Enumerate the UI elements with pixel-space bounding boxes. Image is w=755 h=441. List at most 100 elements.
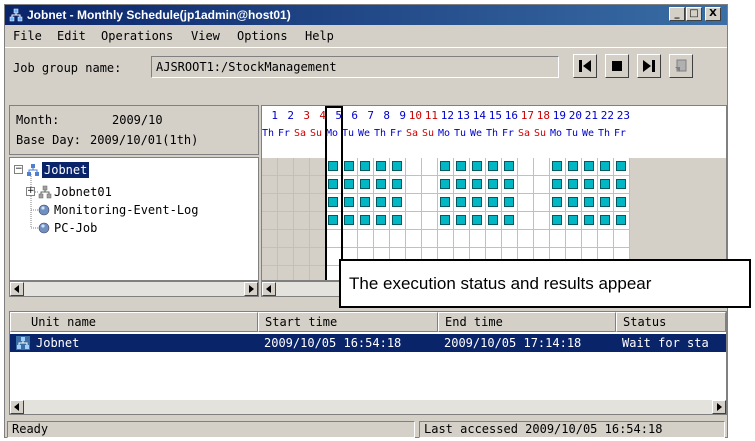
schedule-cell[interactable] xyxy=(486,194,502,212)
menu-help[interactable]: Help xyxy=(305,28,334,44)
calendar-day-7[interactable]: 7 We xyxy=(358,106,374,158)
schedule-cell[interactable] xyxy=(310,248,326,266)
schedule-cell[interactable] xyxy=(598,230,614,248)
schedule-cell[interactable] xyxy=(534,158,550,176)
schedule-cell[interactable] xyxy=(486,158,502,176)
schedule-cell[interactable] xyxy=(502,158,518,176)
schedule-cell[interactable] xyxy=(278,230,294,248)
schedule-cell[interactable] xyxy=(358,194,374,212)
calendar-day-10[interactable]: 10 Sa xyxy=(406,106,422,158)
schedule-cell[interactable] xyxy=(374,230,390,248)
schedule-cell[interactable] xyxy=(550,176,566,194)
schedule-cell[interactable] xyxy=(598,212,614,230)
calendar-day-12[interactable]: 12 Mo xyxy=(438,106,454,158)
list-scroll-right-arrow[interactable] xyxy=(712,400,726,414)
previous-month-button[interactable] xyxy=(573,54,597,78)
schedule-cell[interactable] xyxy=(422,158,438,176)
schedule-cell[interactable] xyxy=(582,176,598,194)
schedule-cell[interactable] xyxy=(294,194,310,212)
schedule-cell[interactable] xyxy=(454,176,470,194)
schedule-cell[interactable] xyxy=(598,176,614,194)
update-button[interactable] xyxy=(669,54,693,78)
schedule-cell[interactable] xyxy=(470,212,486,230)
calendar-day-11[interactable]: 11 Su xyxy=(422,106,438,158)
schedule-cell[interactable] xyxy=(438,230,454,248)
calendar-day-16[interactable]: 16 Fr xyxy=(502,106,518,158)
table-row[interactable]: Jobnet 2009/10/05 16:54:18 2009/10/05 17… xyxy=(10,334,726,352)
schedule-cell[interactable] xyxy=(486,212,502,230)
schedule-cell[interactable] xyxy=(358,212,374,230)
schedule-cell[interactable] xyxy=(262,248,278,266)
schedule-cell[interactable] xyxy=(310,212,326,230)
menu-view[interactable]: View xyxy=(191,28,220,44)
scroll-left-arrow[interactable] xyxy=(10,282,24,296)
schedule-cell[interactable] xyxy=(518,176,534,194)
schedule-cell[interactable] xyxy=(310,266,326,280)
schedule-cell[interactable] xyxy=(614,230,630,248)
schedule-cell[interactable] xyxy=(502,212,518,230)
tree-horizontal-scrollbar[interactable] xyxy=(9,281,259,297)
schedule-cell[interactable] xyxy=(342,158,358,176)
schedule-cell[interactable] xyxy=(342,176,358,194)
calendar-day-8[interactable]: 8 Th xyxy=(374,106,390,158)
schedule-cell[interactable] xyxy=(374,176,390,194)
schedule-cell[interactable] xyxy=(486,230,502,248)
calendar-day-6[interactable]: 6 Tu xyxy=(342,106,358,158)
schedule-cell[interactable] xyxy=(406,158,422,176)
menu-operations[interactable]: Operations xyxy=(101,28,173,44)
schedule-cell[interactable] xyxy=(582,158,598,176)
calendar-day-14[interactable]: 14 We xyxy=(470,106,486,158)
scroll-right-arrow[interactable] xyxy=(244,282,258,296)
job-group-field[interactable]: AJSROOT1:/StockManagement xyxy=(151,56,559,78)
schedule-cell[interactable] xyxy=(358,176,374,194)
schedule-cell[interactable] xyxy=(502,194,518,212)
calendar-day-1[interactable]: 1 Th xyxy=(262,106,278,158)
menu-options[interactable]: Options xyxy=(237,28,288,44)
schedule-cell[interactable] xyxy=(486,176,502,194)
schedule-cell[interactable] xyxy=(278,266,294,280)
schedule-cell[interactable] xyxy=(534,212,550,230)
schedule-cell[interactable] xyxy=(534,176,550,194)
schedule-cell[interactable] xyxy=(310,194,326,212)
schedule-cell[interactable] xyxy=(550,230,566,248)
calendar-day-22[interactable]: 22 Th xyxy=(598,106,614,158)
schedule-cell[interactable] xyxy=(582,194,598,212)
schedule-cell[interactable] xyxy=(566,194,582,212)
schedule-cell[interactable] xyxy=(374,158,390,176)
schedule-cell[interactable] xyxy=(310,158,326,176)
schedule-cell[interactable] xyxy=(262,194,278,212)
schedule-cell[interactable] xyxy=(438,194,454,212)
list-scroll-left-arrow[interactable] xyxy=(10,400,24,414)
schedule-cell[interactable] xyxy=(294,248,310,266)
close-button[interactable]: X xyxy=(705,7,721,21)
schedule-cell[interactable] xyxy=(438,176,454,194)
schedule-cell[interactable] xyxy=(294,212,310,230)
schedule-cell[interactable] xyxy=(422,194,438,212)
schedule-cell[interactable] xyxy=(614,176,630,194)
schedule-cell[interactable] xyxy=(342,230,358,248)
schedule-cell[interactable] xyxy=(278,212,294,230)
schedule-cell[interactable] xyxy=(614,194,630,212)
schedule-cell[interactable] xyxy=(262,230,278,248)
schedule-cell[interactable] xyxy=(454,212,470,230)
schedule-cell[interactable] xyxy=(374,212,390,230)
menu-file[interactable]: File xyxy=(13,28,42,44)
schedule-cell[interactable] xyxy=(518,230,534,248)
schedule-cell[interactable] xyxy=(518,158,534,176)
column-header-status[interactable]: Status xyxy=(616,312,726,332)
schedule-cell[interactable] xyxy=(550,158,566,176)
schedule-cell[interactable] xyxy=(422,176,438,194)
schedule-cell[interactable] xyxy=(438,158,454,176)
schedule-cell[interactable] xyxy=(358,230,374,248)
schedule-cell[interactable] xyxy=(582,212,598,230)
schedule-cell[interactable] xyxy=(470,158,486,176)
schedule-cell[interactable] xyxy=(278,194,294,212)
schedule-cell[interactable] xyxy=(470,230,486,248)
calendar-day-2[interactable]: 2 Fr xyxy=(278,106,294,158)
calendar-day-3[interactable]: 3 Sa xyxy=(294,106,310,158)
schedule-cell[interactable] xyxy=(310,230,326,248)
schedule-cell[interactable] xyxy=(294,230,310,248)
calendar-day-21[interactable]: 21 We xyxy=(582,106,598,158)
schedule-cell[interactable] xyxy=(342,212,358,230)
schedule-cell[interactable] xyxy=(278,176,294,194)
